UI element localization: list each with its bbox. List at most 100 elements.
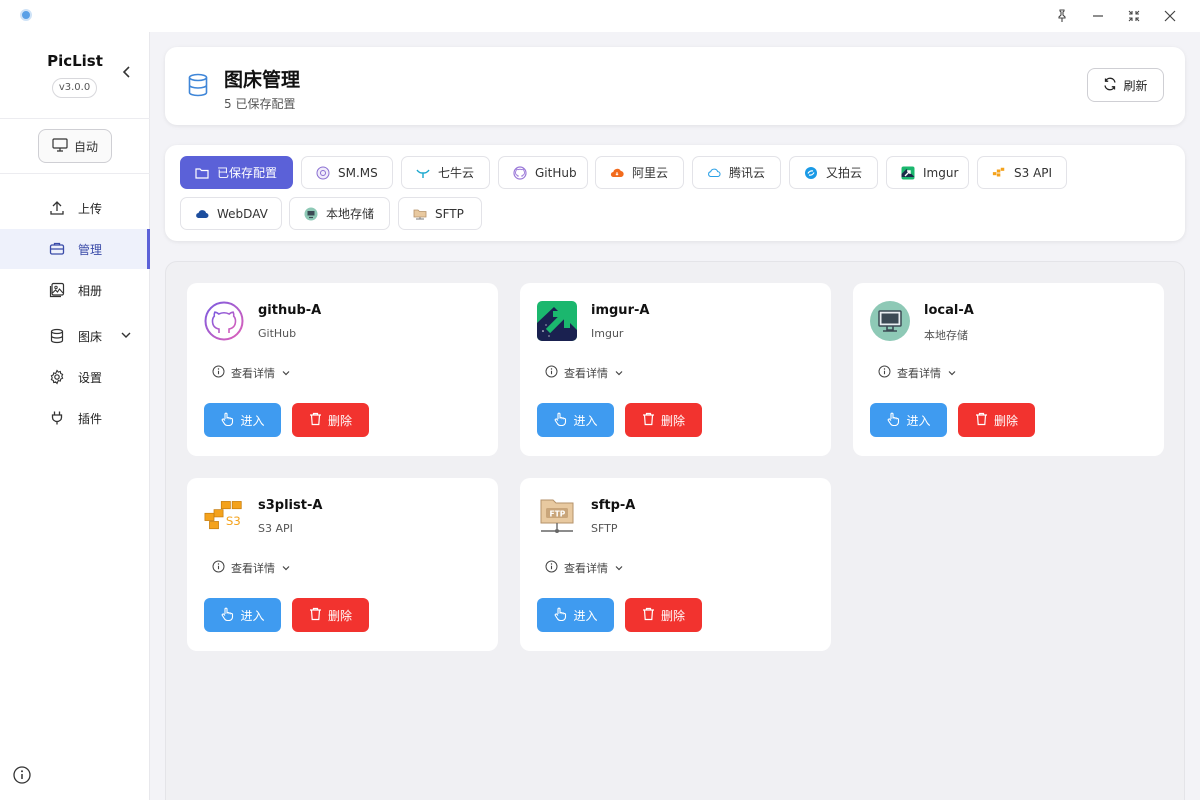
enter-label: 进入 <box>240 608 265 623</box>
title-bar <box>0 0 1200 32</box>
minimize-icon[interactable] <box>1080 0 1116 32</box>
sidebar-item-manage[interactable]: 管理 <box>0 229 150 269</box>
config-type: GitHub <box>258 327 297 340</box>
aws-s3-icon: S3 <box>204 496 244 536</box>
trash-icon <box>309 412 322 429</box>
tab-upyun[interactable]: 又拍云 <box>789 156 878 189</box>
chevron-down-icon <box>614 367 624 380</box>
ftp-logo-text: FTP <box>550 510 566 519</box>
gallery-icon <box>48 281 66 299</box>
tab-label: 腾讯云 <box>729 166 766 180</box>
restore-icon[interactable] <box>1116 0 1152 32</box>
close-icon[interactable] <box>1152 0 1188 32</box>
pointer-hand-icon <box>220 607 234 624</box>
config-type: SFTP <box>591 522 618 535</box>
sidebar-item-gallery[interactable]: 相册 <box>0 270 150 310</box>
delete-label: 删除 <box>660 608 685 623</box>
delete-label: 删除 <box>993 413 1018 428</box>
saved-configs-area: github-A GitHub 查看详情 进入 删除 imgur-A Imgur… <box>165 261 1185 800</box>
sidebar-item-picbed[interactable]: 图床 <box>0 316 150 356</box>
qiniu-icon <box>416 166 430 180</box>
view-details-toggle[interactable]: 查看详情 <box>545 365 624 381</box>
sidebar: PicList v3.0.0 自动 上传 管理 相册 图床 设置 插件 <box>0 32 150 800</box>
refresh-button[interactable]: 刷新 <box>1087 68 1164 102</box>
view-details-label: 查看详情 <box>564 562 608 575</box>
info-icon <box>212 365 225 381</box>
smms-icon <box>316 166 330 180</box>
pin-icon[interactable] <box>1044 0 1080 32</box>
delete-label: 删除 <box>660 413 685 428</box>
delete-button[interactable]: 删除 <box>625 403 702 437</box>
sidebar-item-upload[interactable]: 上传 <box>0 188 150 228</box>
tab-aliyun[interactable]: 阿里云 <box>595 156 684 189</box>
main-content: 图床管理 5 已保存配置 刷新 已保存配置 SM.MS 七牛云 GitHub 阿… <box>150 32 1200 800</box>
config-card: imgur-A Imgur 查看详情 进入 删除 <box>520 283 831 456</box>
info-icon[interactable] <box>13 766 31 788</box>
monitor-icon <box>304 207 318 221</box>
view-details-toggle[interactable]: 查看详情 <box>545 560 624 576</box>
enter-button[interactable]: 进入 <box>537 598 614 632</box>
view-details-label: 查看详情 <box>564 367 608 380</box>
view-details-label: 查看详情 <box>897 367 941 380</box>
enter-button[interactable]: 进入 <box>204 598 281 632</box>
sidebar-item-label: 设置 <box>78 370 103 385</box>
tab-sftp[interactable]: SFTP <box>398 197 482 230</box>
database-icon <box>187 73 209 101</box>
page-subtitle: 5 已保存配置 <box>224 97 296 111</box>
tab-qiniu[interactable]: 七牛云 <box>401 156 490 189</box>
trash-icon <box>309 607 322 624</box>
view-details-label: 查看详情 <box>231 367 275 380</box>
tab-label: Imgur <box>923 165 959 180</box>
tab-label: SFTP <box>435 206 464 221</box>
tab-saved-configs[interactable]: 已保存配置 <box>180 156 293 189</box>
database-icon <box>48 327 66 345</box>
tab-imgur[interactable]: Imgur <box>886 156 969 189</box>
sidebar-divider <box>0 118 150 119</box>
enter-button[interactable]: 进入 <box>204 403 281 437</box>
tab-s3[interactable]: S3 API <box>977 156 1067 189</box>
sidebar-divider <box>0 173 150 174</box>
tab-smms[interactable]: SM.MS <box>301 156 393 189</box>
briefcase-icon <box>48 240 66 258</box>
delete-button[interactable]: 删除 <box>625 598 702 632</box>
monitor-icon <box>870 301 910 341</box>
tab-label: GitHub <box>535 165 577 180</box>
config-name: github-A <box>258 303 322 318</box>
view-details-toggle[interactable]: 查看详情 <box>878 365 957 381</box>
delete-button[interactable]: 删除 <box>292 403 369 437</box>
sidebar-item-label: 图床 <box>78 329 103 344</box>
config-name: s3plist-A <box>258 498 323 513</box>
sidebar-item-settings[interactable]: 设置 <box>0 357 150 397</box>
chevron-down-icon[interactable] <box>120 330 132 343</box>
pointer-hand-icon <box>553 607 567 624</box>
tab-webdav[interactable]: WebDAV <box>180 197 282 230</box>
webdav-icon <box>195 207 209 221</box>
info-icon <box>212 560 225 576</box>
enter-label: 进入 <box>906 413 931 428</box>
sidebar-item-plugins[interactable]: 插件 <box>0 398 150 438</box>
info-icon <box>878 365 891 381</box>
collapse-sidebar-icon[interactable] <box>120 64 132 83</box>
tab-local[interactable]: 本地存储 <box>289 197 390 230</box>
tab-label: 已保存配置 <box>217 166 278 180</box>
enter-button[interactable]: 进入 <box>870 403 947 437</box>
s3-logo-text: S3 <box>226 514 241 528</box>
page-title: 图床管理 <box>224 69 301 91</box>
trash-icon <box>642 607 655 624</box>
delete-button[interactable]: 删除 <box>292 598 369 632</box>
view-details-toggle[interactable]: 查看详情 <box>212 560 291 576</box>
auto-mode-button[interactable]: 自动 <box>38 129 112 163</box>
config-type: S3 API <box>258 522 293 535</box>
chevron-down-icon <box>281 367 291 380</box>
view-details-toggle[interactable]: 查看详情 <box>212 365 291 381</box>
tab-label: 七牛云 <box>438 166 475 180</box>
enter-button[interactable]: 进入 <box>537 403 614 437</box>
sidebar-item-label: 管理 <box>78 242 103 257</box>
tab-label: 阿里云 <box>632 166 669 180</box>
tab-github[interactable]: GitHub <box>498 156 588 189</box>
picbed-tabs: 已保存配置 SM.MS 七牛云 GitHub 阿里云 腾讯云 又拍云 Imgur… <box>165 145 1185 241</box>
delete-button[interactable]: 删除 <box>958 403 1035 437</box>
tab-tencent[interactable]: 腾讯云 <box>692 156 781 189</box>
sidebar-item-label: 上传 <box>78 201 103 216</box>
sidebar-item-label: 相册 <box>78 283 103 298</box>
